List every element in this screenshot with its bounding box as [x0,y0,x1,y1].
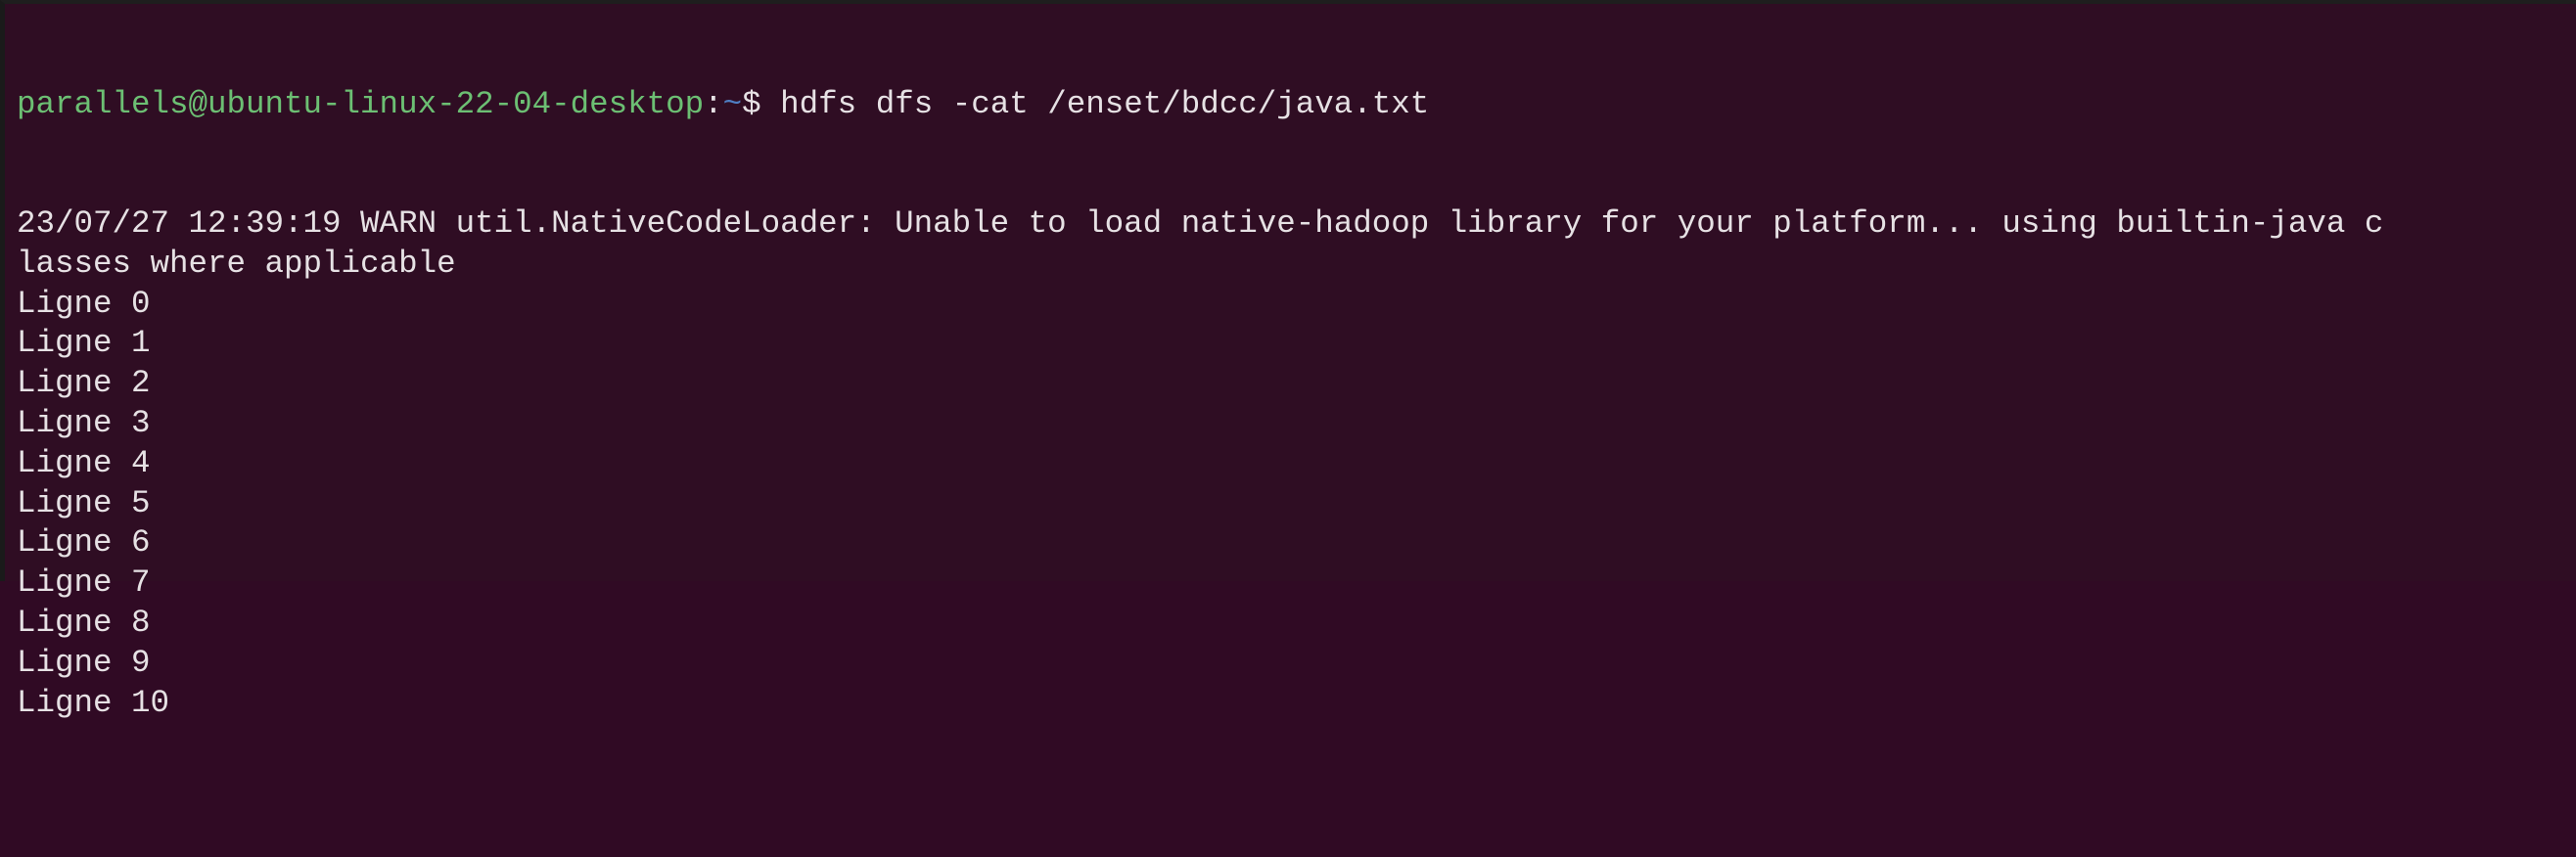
output-line: 23/07/27 12:39:19 WARN util.NativeCodeLo… [17,204,2384,242]
output-line: Ligne 4 [17,444,151,481]
command-output: 23/07/27 12:39:19 WARN util.NativeCodeLo… [17,204,2576,723]
output-line: Ligne 7 [17,564,151,602]
prompt-user-host: parallels@ubuntu-linux-22-04-desktop [17,85,705,122]
truncated-next-line [17,803,2576,817]
output-line: Ligne 5 [17,484,151,521]
output-line: Ligne 8 [17,604,151,641]
output-line: Ligne 6 [17,524,151,562]
terminal-window[interactable]: parallels@ubuntu-linux-22-04-desktop:~$ … [0,0,2576,721]
output-line: Ligne 2 [17,365,151,402]
prompt-colon: : [704,85,723,122]
output-line: Ligne 10 [17,684,170,721]
prompt-symbol: $ [742,85,781,122]
output-line: Ligne 9 [17,644,151,681]
output-line: Ligne 3 [17,404,151,441]
output-line: Ligne 0 [17,285,151,322]
output-line: Ligne 1 [17,325,151,362]
output-line: lasses where applicable [17,245,456,282]
prompt-path: ~ [722,85,743,122]
command-text: hdfs dfs -cat /enset/bdcc/java.txt [780,85,1430,122]
prompt-line: parallels@ubuntu-linux-22-04-desktop:~$ … [17,85,2576,125]
